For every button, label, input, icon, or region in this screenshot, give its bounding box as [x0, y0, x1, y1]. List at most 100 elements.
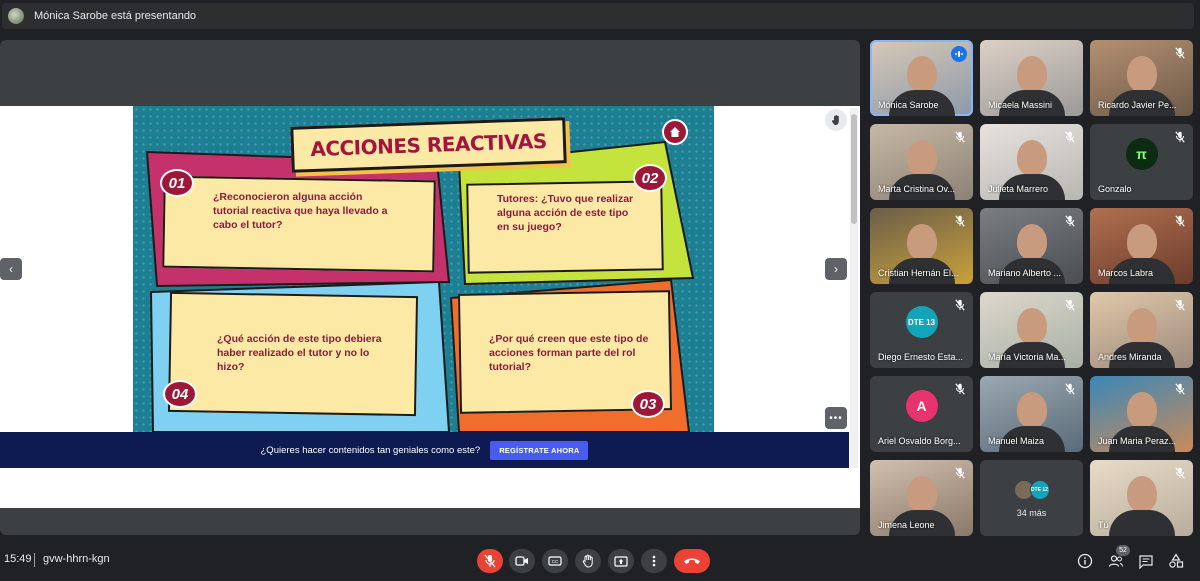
chevron-left-icon: ‹ — [9, 262, 13, 276]
svg-text:CC: CC — [552, 559, 559, 564]
hand-pointer-icon — [831, 115, 839, 125]
participant-tile[interactable]: Mónica Sarobe — [870, 40, 973, 116]
prev-slide-button[interactable]: ‹ — [0, 258, 22, 280]
mic-off-icon — [1063, 298, 1077, 312]
panel-number-02: 02 — [633, 164, 667, 192]
presentation-stage: ACCIONES REACTIVAS 01 ¿Reconocieron algu… — [0, 40, 860, 535]
chat-icon — [1139, 554, 1153, 569]
mic-off-icon — [1173, 298, 1187, 312]
pan-tool-button[interactable] — [825, 109, 847, 131]
slide-scrollbar[interactable] — [850, 108, 858, 468]
home-icon[interactable] — [662, 119, 688, 145]
participant-tile[interactable]: Jimena Leone — [870, 460, 973, 536]
participant-avatar: DTE 13 — [905, 306, 938, 338]
participant-name: Jimena Leone — [878, 520, 935, 530]
mic-off-icon — [953, 466, 967, 480]
participant-tile[interactable]: Cristian Hernán El... — [870, 208, 973, 284]
mini-avatar: DTE 12 — [1029, 480, 1050, 500]
presenter-avatar — [8, 8, 24, 24]
participant-name: Ricardo Javier Pe... — [1098, 100, 1177, 110]
present-screen-button[interactable] — [608, 549, 634, 573]
slide-title: ACCIONES REACTIVAS — [309, 128, 548, 162]
signup-banner: ¿Quieres hacer contenidos tan geniales c… — [0, 432, 849, 468]
participant-tile[interactable]: Micaela Massini — [980, 40, 1083, 116]
participant-tile[interactable]: Andres Miranda — [1090, 292, 1193, 368]
videocam-icon — [515, 556, 528, 566]
slide-frame: ACCIONES REACTIVAS 01 ¿Reconocieron algu… — [0, 106, 860, 508]
participant-name: Gonzalo — [1098, 184, 1132, 194]
participant-tile[interactable]: π Gonzalo — [1090, 124, 1193, 200]
participant-name: María Victoria Ma... — [988, 352, 1066, 362]
signup-banner-text: ¿Quieres hacer contenidos tan geniales c… — [260, 444, 481, 456]
people-button[interactable]: 52 — [1106, 545, 1130, 571]
participant-name: Micaela Massini — [988, 100, 1053, 110]
participant-tile[interactable]: Juan Maria Peraz... — [1090, 376, 1193, 452]
meeting-code: gvw-hhrn-kgn — [43, 553, 110, 565]
bottom-toolbar: 15:49 gvw-hhrn-kgn CC 52 — [0, 541, 1200, 581]
participant-tile[interactable]: Manuel Maiza — [980, 376, 1083, 452]
participant-tile[interactable]: DTE 13 Diego Ernesto Esta... — [870, 292, 973, 368]
raise-hand-button[interactable] — [575, 549, 601, 573]
participant-name: Diego Ernesto Esta... — [878, 352, 964, 362]
participant-tile[interactable]: Tú — [1090, 460, 1193, 536]
scrollbar-thumb[interactable] — [851, 114, 857, 224]
people-icon — [1108, 555, 1123, 567]
camera-toggle-button[interactable] — [509, 549, 535, 573]
participant-name: Julieta Marrero — [988, 184, 1049, 194]
participant-name: Andres Miranda — [1098, 352, 1162, 362]
panel-text-01: ¿Reconocieron alguna acción tutorial rea… — [213, 191, 388, 231]
mic-off-icon — [1063, 214, 1077, 228]
closed-captions-icon: CC — [548, 556, 562, 566]
mic-off-icon — [1063, 130, 1077, 144]
mic-off-icon — [953, 298, 967, 312]
participant-tile[interactable]: Ricardo Javier Pe... — [1090, 40, 1193, 116]
info-icon — [1077, 553, 1093, 569]
participant-name: Mariano Alberto ... — [988, 268, 1062, 278]
present-to-all-icon — [614, 555, 628, 567]
mic-toggle-button[interactable] — [477, 549, 503, 573]
chat-button[interactable] — [1136, 551, 1156, 571]
participant-tile[interactable]: Marcos Labra — [1090, 208, 1193, 284]
participant-name: Cristian Hernán El... — [878, 268, 959, 278]
participant-tile[interactable]: María Victoria Ma... — [980, 292, 1083, 368]
participant-avatar: π — [1125, 138, 1158, 170]
chevron-right-icon: › — [834, 262, 838, 276]
leave-call-button[interactable] — [674, 549, 710, 573]
slide-title-box: ACCIONES REACTIVAS — [290, 117, 567, 173]
slide: ACCIONES REACTIVAS 01 ¿Reconocieron algu… — [133, 106, 714, 432]
panel-number-04: 04 — [163, 380, 197, 408]
participant-tile[interactable]: Mariano Alberto ... — [980, 208, 1083, 284]
panel-text-04: ¿Qué acción de este tipo debiera haber r… — [217, 333, 382, 373]
participant-video — [1108, 476, 1175, 536]
shapes-icon — [1169, 553, 1184, 568]
next-slide-button[interactable]: › — [825, 258, 847, 280]
participant-avatar: A — [905, 390, 938, 422]
more-participants-label: 34 más — [1016, 508, 1047, 518]
mic-off-icon — [1173, 130, 1187, 144]
more-vertical-icon — [652, 555, 656, 567]
more-options-button[interactable] — [641, 549, 667, 573]
signup-button[interactable]: REGÍSTRATE AHORA — [490, 440, 589, 460]
participant-name: Ariel Osvaldo Borg... — [878, 436, 961, 446]
participant-tile[interactable]: A Ariel Osvaldo Borg... — [870, 376, 973, 452]
participant-tile[interactable]: Marta Cristina Ov... — [870, 124, 973, 200]
participant-tile[interactable]: Julieta Marrero — [980, 124, 1083, 200]
clock: 15:49 — [4, 553, 32, 565]
participant-count-badge: 52 — [1116, 545, 1130, 556]
raise-hand-icon — [582, 554, 593, 568]
panel-number-03: 03 — [631, 390, 665, 418]
mic-off-icon — [484, 554, 496, 568]
mic-off-icon — [1173, 214, 1187, 228]
presenter-bar: Mónica Sarobe está presentando — [0, 0, 1200, 32]
meeting-details-button[interactable] — [1075, 551, 1095, 571]
activities-button[interactable] — [1166, 551, 1186, 571]
more-options-stage-button[interactable]: ••• — [825, 407, 847, 429]
captions-button[interactable]: CC — [542, 549, 568, 573]
more-participants-avatars: DTE 12 — [1013, 480, 1050, 500]
mic-off-icon — [1063, 382, 1077, 396]
more-participants-tile[interactable]: DTE 12 34 más — [980, 460, 1083, 536]
presenter-pill: Mónica Sarobe está presentando — [2, 3, 1194, 29]
participant-name: Manuel Maiza — [988, 436, 1045, 446]
call-end-icon — [684, 558, 700, 564]
participant-name: Mónica Sarobe — [878, 100, 939, 110]
